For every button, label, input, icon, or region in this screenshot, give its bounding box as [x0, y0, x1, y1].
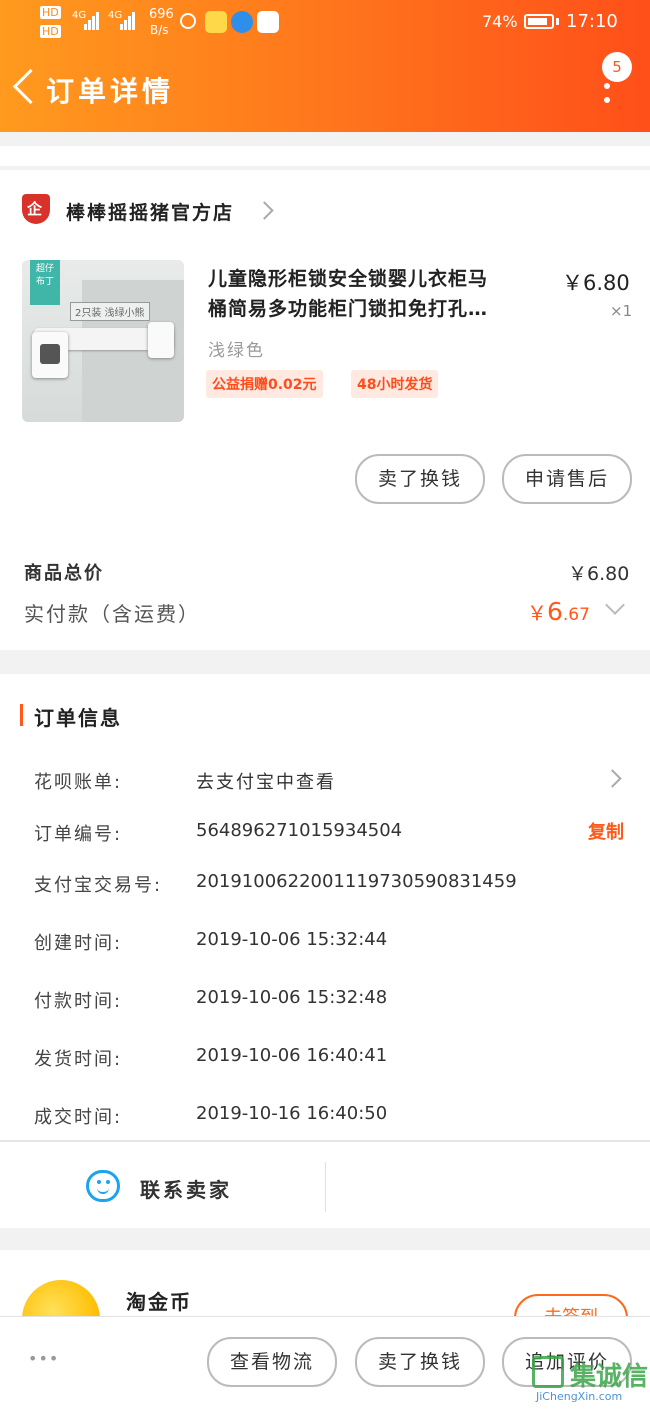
product-variant: 浅绿色 — [208, 341, 265, 361]
signal-icon — [84, 12, 100, 32]
store-badge-text: 企 — [27, 200, 43, 218]
store-row[interactable]: 企 棒棒摇摇猪官方店 — [0, 190, 650, 230]
goods-total-label: 商品总价 — [24, 563, 104, 584]
chat-bubble-icon — [86, 1170, 120, 1202]
hd-indicator-1: HD — [40, 6, 61, 19]
goods-total-value: ￥6.80 — [568, 563, 630, 585]
hd-indicator-2: HD — [40, 25, 61, 38]
huabei-row[interactable]: 花呗账单: 去支付宝中查看 — [0, 760, 650, 800]
chevron-down-icon[interactable] — [605, 595, 625, 615]
store-name: 棒棒摇摇猪官方店 — [66, 202, 235, 224]
app-notification-icon — [257, 11, 279, 33]
page-title: 订单详情 — [46, 75, 175, 108]
product-title[interactable]: 儿童隐形柜锁安全锁婴儿衣柜马 桶简易多功能柜门锁扣免打孔… — [208, 264, 548, 324]
vertical-divider — [325, 1162, 326, 1212]
top-strip — [0, 146, 650, 166]
order-info-card: 订单信息 花呗账单: 去支付宝中查看 订单编号: 564896271015934… — [0, 674, 650, 1228]
app-notification-icon — [205, 11, 227, 33]
coins-title: 淘金币 — [126, 1290, 192, 1314]
actual-paid-value: ￥6.67 — [527, 597, 590, 626]
status-bar: HD HD 4G 4G 696 B/s 74% 17:10 — [0, 0, 650, 44]
watermark: 集诚信 JiChengXin.com — [530, 1352, 648, 1406]
watermark-logo-icon — [532, 1356, 564, 1388]
paid-time-label: 付款时间: — [34, 991, 123, 1012]
alipay-trade-label: 支付宝交易号: — [34, 875, 163, 896]
actual-paid-label: 实付款（含运费） — [24, 602, 200, 626]
order-no-value: 564896271015934504 — [196, 820, 403, 841]
product-price: ￥6.80 — [562, 271, 630, 295]
deal-time-value: 2019-10-16 16:40:50 — [196, 1103, 388, 1124]
copy-button[interactable]: 复制 — [588, 818, 624, 844]
order-item-card: 企 棒棒摇摇猪官方店 超仔 布丁 2只装 浅绿小熊 儿童隐形柜锁安全锁婴儿衣柜马 … — [0, 170, 650, 650]
image-badge: 超仔 布丁 — [30, 260, 60, 305]
net-speed-value: 696 — [149, 7, 174, 22]
shipped-time-value: 2019-10-06 16:40:41 — [196, 1045, 388, 1066]
clock-time: 17:10 — [566, 11, 618, 32]
after-sales-button[interactable]: 申请售后 — [502, 454, 632, 504]
chevron-right-icon — [603, 769, 622, 788]
resell-bottom-button[interactable]: 卖了换钱 — [355, 1337, 485, 1387]
coins-card: 淘金币 去签到 — [0, 1250, 650, 1320]
view-logistics-button[interactable]: 查看物流 — [207, 1337, 337, 1387]
resell-button[interactable]: 卖了换钱 — [355, 454, 485, 504]
app-notification-icon — [231, 11, 253, 33]
battery-icon — [524, 14, 554, 29]
lock-body-right — [148, 322, 174, 358]
section-title: 订单信息 — [34, 706, 122, 730]
gold-coin-icon — [22, 1280, 100, 1320]
created-time-value: 2019-10-06 15:32:44 — [196, 929, 388, 950]
product-quantity: ×1 — [610, 302, 633, 320]
product-image[interactable]: 超仔 布丁 2只装 浅绿小熊 — [22, 260, 184, 422]
alipay-trade-value: 2019100622001119730590831459 — [196, 871, 517, 892]
more-options-button[interactable] — [594, 80, 620, 108]
back-button[interactable] — [8, 64, 49, 112]
signal-icon — [120, 12, 136, 32]
watermark-text: 集诚信 — [570, 1362, 649, 1392]
contact-seller-button[interactable]: 联系卖家 — [0, 1142, 325, 1228]
chevron-right-icon — [255, 201, 274, 220]
charity-tag: 公益捐赠0.02元 — [206, 370, 323, 398]
alarm-circle-icon — [180, 13, 196, 29]
huabei-label: 花呗账单: — [34, 772, 123, 793]
order-no-label: 订单编号: — [34, 824, 123, 845]
top-header: HD HD 4G 4G 696 B/s 74% 17:10 订单详情 5 — [0, 0, 650, 132]
watermark-domain: JiChengXin.com — [536, 1390, 623, 1403]
image-caption: 2只装 浅绿小熊 — [70, 302, 150, 321]
contact-seller-label: 联系卖家 — [140, 1178, 232, 1202]
lock-face — [40, 344, 60, 364]
huabei-value: 去支付宝中查看 — [196, 772, 336, 793]
message-count-badge[interactable]: 5 — [602, 52, 632, 82]
shipping-tag: 48小时发货 — [351, 370, 439, 398]
paid-time-value: 2019-10-06 15:32:48 — [196, 987, 388, 1008]
deal-time-label: 成交时间: — [34, 1107, 123, 1128]
battery-percent: 74% — [482, 12, 518, 31]
shipped-time-label: 发货时间: — [34, 1049, 123, 1070]
back-arrow-icon — [12, 68, 49, 105]
section-accent-bar — [20, 704, 23, 726]
more-dots-icon — [604, 83, 610, 89]
more-actions-button[interactable]: ••• — [28, 1349, 59, 1368]
created-time-label: 创建时间: — [34, 933, 123, 954]
net-speed-unit: B/s — [150, 23, 169, 37]
